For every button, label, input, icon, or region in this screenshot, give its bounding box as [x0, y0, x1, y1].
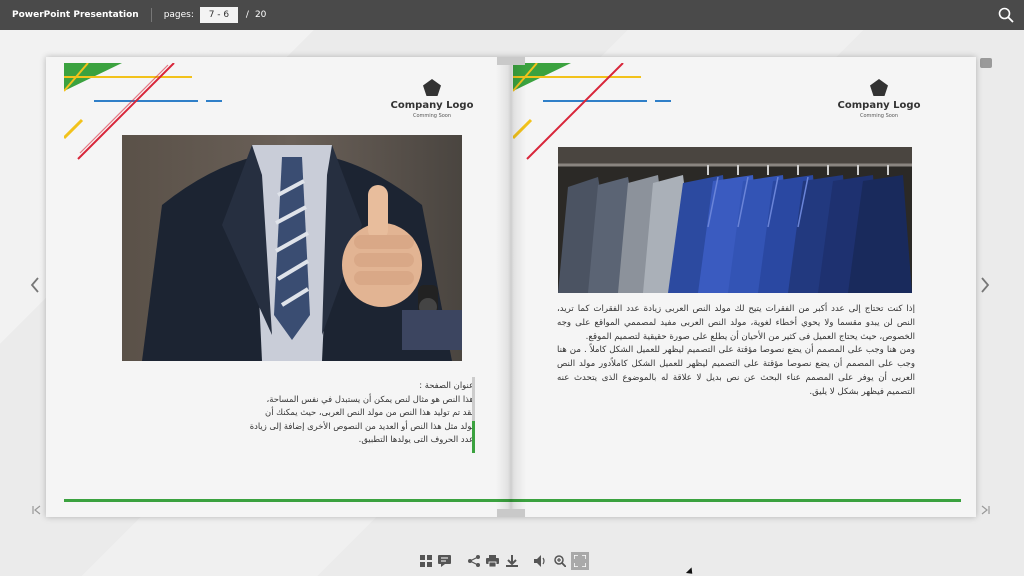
chevron-left-icon[interactable]: [30, 276, 40, 299]
spine-top-edge: [497, 57, 525, 65]
company-logo: Company Logo Comming Soon: [829, 79, 929, 119]
left-page: Company Logo Comming Soon عنوان الصفحة:…: [46, 57, 511, 517]
divider: [150, 8, 152, 22]
zoom-in-icon[interactable]: [552, 554, 567, 569]
page-total: 20: [254, 10, 267, 20]
right-page: Company Logo Comming Soon إذا كنت تحتاج …: [511, 57, 976, 517]
logo-name: Company Logo: [837, 100, 921, 111]
sound-icon[interactable]: [533, 554, 548, 569]
caption-accent-bar: [472, 377, 475, 453]
logo-name: Company Logo: [390, 100, 474, 111]
page-body-text: إذا كنت تحتاج إلى عدد أكبر من الفقرات يت…: [557, 304, 915, 397]
pages-label: pages:: [163, 10, 194, 20]
flipbook: Company Logo Comming Soon عنوان الصفحة:…: [46, 57, 976, 517]
logo-tagline: Comming Soon: [412, 113, 452, 119]
top-bar: PowerPoint Presentation pages: / 20: [0, 0, 1024, 30]
page-separator: /: [245, 10, 249, 20]
spine-bottom-edge: [497, 509, 525, 517]
footer-line: [64, 499, 511, 502]
download-icon[interactable]: [504, 554, 519, 569]
pentagon-logo-icon: [423, 79, 441, 96]
footer-line: [511, 499, 961, 502]
search-icon[interactable]: [998, 7, 1014, 23]
chevron-right-icon[interactable]: [980, 276, 990, 299]
logo-tagline: Comming Soon: [859, 113, 899, 119]
first-page-icon[interactable]: [32, 505, 42, 518]
book-spine: [496, 57, 526, 517]
businessman-photo: [122, 135, 462, 361]
print-icon[interactable]: [485, 554, 500, 569]
thumbnails-icon[interactable]: [418, 554, 433, 569]
document-title: PowerPoint Presentation: [12, 10, 139, 20]
last-page-icon[interactable]: [980, 505, 990, 518]
suits-photo: [558, 147, 912, 293]
bottom-toolbar: [418, 552, 589, 570]
share-icon[interactable]: [466, 554, 481, 569]
comment-icon[interactable]: [980, 58, 992, 68]
company-logo: Company Logo Comming Soon: [382, 79, 482, 119]
page-caption: عنوان الصفحة : هذا النص هو مثال لنص يمكن…: [249, 380, 474, 445]
fullscreen-icon[interactable]: [571, 552, 589, 570]
pentagon-logo-icon: [870, 79, 888, 96]
page-number-input[interactable]: [199, 7, 238, 23]
notes-icon[interactable]: [437, 554, 452, 569]
